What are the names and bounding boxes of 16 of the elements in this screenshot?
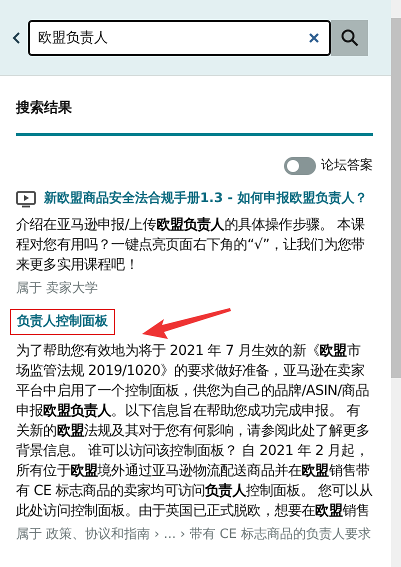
search-icon bbox=[340, 28, 358, 46]
search-field[interactable]: 欧盟负责人 bbox=[28, 20, 331, 56]
result-description: 为了帮助您有效地为将于 2021 年 7 月生效的新《欧盟市场监管法规 2019/1020》的要求做好准备，亚马逊在卖家平台中启用了一个控制面板，供您为自己的品牌/ASIN/商品申报欧盟负责人。以下信息旨在帮助您成功完成申报。 有关新的欧盟法规及其对于您有何影响，请参阅此处了解更多背景信息。 谁可以访问该控制面板？ 自 2021 年 2 月起，所有位于欧盟境外通过亚马逊物流配送商品并在欧盟销售带有 CE 标志商品的卖家均可访问负责人控制面板。 您可以从此处访问控制面板。由于英国已正式脱欧，想要在欧盟销售 bbox=[16, 342, 373, 522]
scrollbar[interactable] bbox=[391, 0, 401, 567]
toggle-label: 论坛答案 bbox=[321, 156, 373, 175]
back-icon[interactable] bbox=[12, 30, 22, 44]
result-category: 属于 政策、协议和指南 › ... › 带有 CE 标志商品的负责人要求 bbox=[16, 526, 372, 544]
video-icon bbox=[16, 190, 36, 208]
result-description: 介绍在亚马逊申报/上传欧盟负责人的具体操作步骤。 本课程对您有用吗？一键点亮页面右下角的“√”，让我们为您带来更多实用课程吧！ bbox=[16, 216, 366, 276]
clear-icon[interactable] bbox=[309, 32, 319, 42]
result-category: 属于 卖家大学 bbox=[16, 280, 100, 298]
toggle-switch[interactable] bbox=[284, 156, 316, 175]
search-button[interactable] bbox=[331, 20, 368, 56]
result-link[interactable]: 负责人控制面板 bbox=[10, 309, 115, 336]
result-link[interactable]: 新欧盟商品安全法合规手册1.3 - 如何申报欧盟负责人？ bbox=[44, 189, 368, 210]
section-title: 搜索结果 bbox=[16, 76, 373, 136]
